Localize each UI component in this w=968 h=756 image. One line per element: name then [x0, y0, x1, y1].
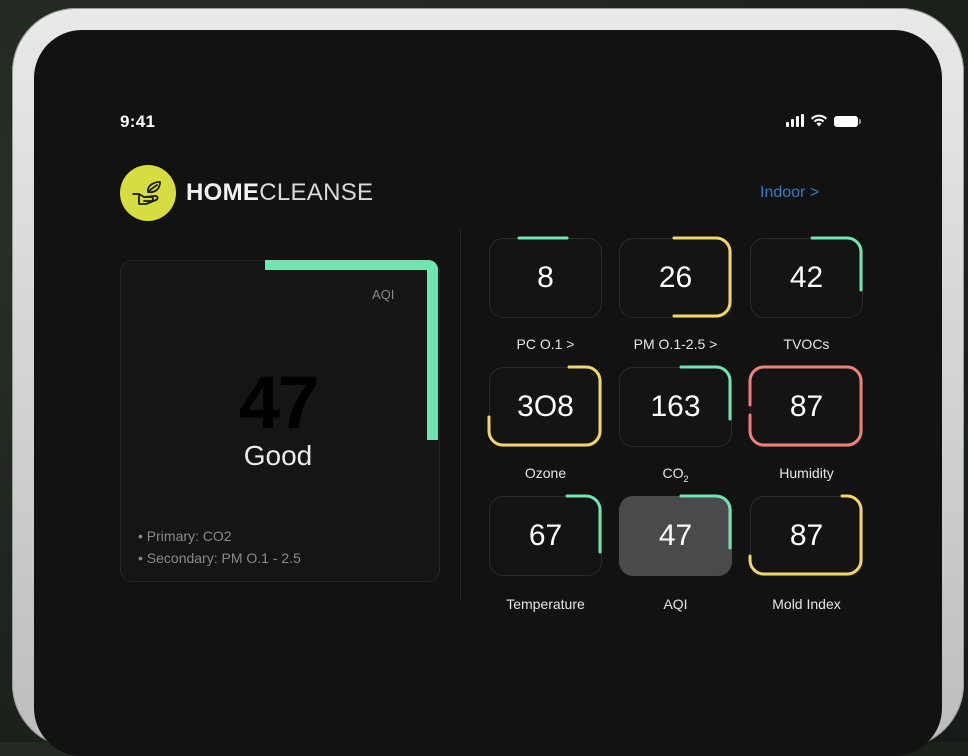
metric-value: 163: [650, 390, 701, 423]
metric-tile-temperature[interactable]: 67: [489, 496, 602, 576]
signal-icon: [786, 114, 804, 127]
aqi-value: 47: [238, 361, 319, 444]
wifi-icon: [811, 114, 827, 127]
metric-tile-mold-index[interactable]: 87: [750, 496, 863, 576]
metric-tile-aqi[interactable]: 47: [619, 496, 732, 576]
secondary-pollutant: • Secondary: PM O.1 - 2.5: [138, 550, 301, 566]
metric-label-pm-01-25[interactable]: PM O.1-2.5 >: [611, 336, 741, 352]
metric-tile-humidity[interactable]: 87: [750, 367, 863, 447]
metric-tile-pm-01-25[interactable]: 26: [619, 238, 732, 318]
vertical-divider: [460, 230, 461, 600]
metric-tile-tvocs[interactable]: 42: [750, 238, 863, 318]
hand-leaf-icon: [120, 165, 176, 221]
metric-value: 87: [789, 390, 824, 423]
metric-tile-pc-01[interactable]: 8: [489, 238, 602, 318]
metric-label-humidity: Humidity: [779, 465, 834, 481]
metric-value: 42: [789, 261, 824, 294]
metric-value: 3O8: [517, 390, 574, 423]
metric-label-ozone: Ozone: [524, 465, 567, 481]
metric-label-temperature: Temperature: [506, 596, 585, 612]
metric-value: 8: [537, 261, 554, 294]
aqi-gauge-arc-top: [265, 260, 438, 270]
status-icons: [786, 114, 861, 127]
metric-label-aqi: AQI: [663, 596, 688, 612]
primary-pollutant: • Primary: CO2: [138, 528, 232, 544]
aqi-status: Good: [243, 440, 313, 471]
metric-label-mold-index: Mold Index: [772, 596, 841, 612]
aqi-gauge-arc-right: [427, 260, 438, 440]
battery-icon: [834, 116, 861, 127]
metric-value: 47: [658, 519, 693, 552]
metric-value: 87: [789, 519, 824, 552]
metric-value: 26: [658, 261, 693, 294]
aqi-card-label: AQI: [372, 287, 395, 302]
metric-value: 67: [528, 519, 563, 552]
metric-label-tvocs: TVOCs: [783, 336, 830, 352]
status-time: 9:41: [120, 112, 156, 131]
metric-tile-co2[interactable]: 163: [619, 367, 732, 447]
brand-name: HOMECLEANSE: [186, 179, 374, 206]
metric-tile-ozone[interactable]: 3O8: [489, 367, 602, 447]
location-indoor-link[interactable]: Indoor >: [760, 184, 819, 202]
brand-logo: HOMECLEANSE: [120, 165, 373, 221]
metric-label-pc-01[interactable]: PC O.1 >: [481, 336, 611, 352]
metric-label-co2: CO2: [662, 465, 689, 484]
